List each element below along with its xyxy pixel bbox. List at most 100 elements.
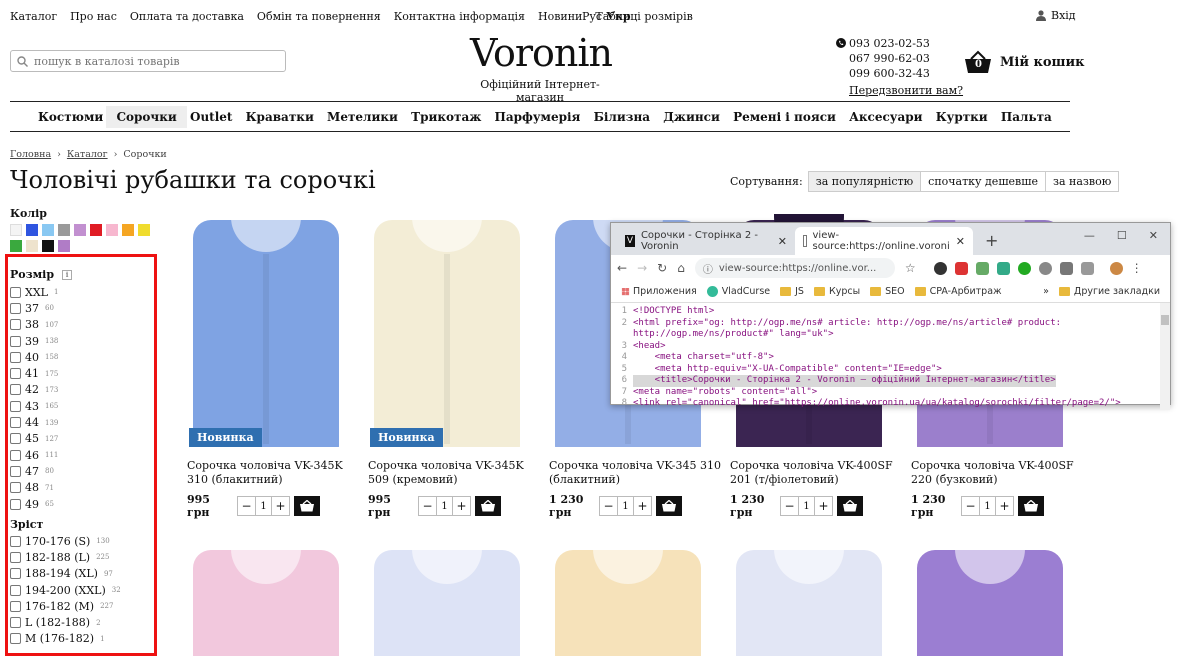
product-name[interactable]: Сорочка чоловіча VK-345 310 (блакитний) [549, 459, 721, 489]
checkbox[interactable] [10, 400, 21, 412]
checkbox[interactable] [10, 368, 21, 380]
top-nav-item[interactable]: Оплата та доставка [130, 10, 244, 23]
filter-option[interactable]: 41 175 [10, 365, 58, 381]
top-nav-item[interactable]: Обмін та повернення [257, 10, 381, 23]
lang-ru[interactable]: Рус [582, 10, 602, 23]
quantity-input[interactable]: 1 [436, 497, 453, 515]
checkbox[interactable] [10, 482, 21, 494]
filter-option[interactable]: 194-200 (XXL) 32 [10, 582, 121, 598]
sort-option-name[interactable]: за назвою [1044, 171, 1120, 192]
minimize-icon[interactable]: — [1084, 229, 1095, 242]
filter-option[interactable]: 37 60 [10, 300, 58, 316]
site-logo[interactable]: Voronin Офіційний Інтернет-магазин [470, 32, 613, 104]
product-image[interactable] [368, 546, 526, 656]
filter-option[interactable]: 176-182 (M) 227 [10, 598, 121, 614]
checkbox[interactable] [10, 319, 21, 331]
callback-link[interactable]: Передзвонити вам? [836, 83, 963, 98]
checkbox[interactable] [10, 351, 21, 363]
close-icon[interactable]: ✕ [778, 235, 787, 248]
color-swatch[interactable] [10, 240, 22, 252]
product-name[interactable]: Сорочка чоловіча VK-400SF 201 (т/фіолето… [730, 459, 902, 489]
filter-option[interactable]: 40 158 [10, 349, 58, 365]
plus-button[interactable]: + [272, 497, 289, 515]
product-name[interactable]: Сорочка чоловіча VK-345K 310 (блакитний) [187, 459, 359, 489]
checkbox[interactable] [10, 417, 21, 429]
add-to-cart-button[interactable] [837, 496, 863, 516]
checkbox[interactable] [10, 465, 21, 477]
checkbox[interactable] [10, 286, 21, 298]
extension-icon[interactable] [954, 261, 968, 275]
product-name[interactable]: Сорочка чоловіча VK-345K 509 (кремовий) [368, 459, 540, 489]
checkbox[interactable] [10, 568, 21, 580]
minus-button[interactable]: − [600, 497, 617, 515]
filter-option[interactable]: 43 165 [10, 398, 58, 414]
breadcrumb-item[interactable]: Головна [10, 149, 51, 160]
category-item[interactable]: Костюми [38, 110, 103, 124]
color-swatch[interactable] [138, 224, 150, 236]
phone-number[interactable]: 093 023-02-53 [836, 36, 963, 51]
avatar[interactable] [1109, 261, 1123, 275]
plus-button[interactable]: + [453, 497, 470, 515]
checkbox[interactable] [10, 449, 21, 461]
bookmark-folder[interactable]: CPA-Арбитраж [914, 286, 1002, 297]
filter-option[interactable]: 49 65 [10, 496, 58, 512]
info-icon[interactable]: i [62, 269, 73, 280]
extension-icon[interactable] [933, 261, 947, 275]
product-image[interactable] [911, 546, 1069, 656]
category-item[interactable]: Білизна [594, 110, 650, 124]
bookmark-apps[interactable]: ▦ Приложения [621, 286, 697, 297]
add-to-cart-button[interactable] [1018, 496, 1044, 516]
product-card[interactable]: Новинка Сорочка чоловіча VK-345K 509 (кре… [368, 214, 540, 519]
filter-option[interactable]: XXL 1 [10, 284, 58, 300]
category-item[interactable]: Пальта [1001, 110, 1052, 124]
filter-option[interactable]: 38 107 [10, 317, 58, 333]
filter-option[interactable]: 39 138 [10, 333, 58, 349]
other-bookmarks[interactable]: Другие закладки [1058, 286, 1170, 297]
filter-option[interactable]: 48 71 [10, 480, 58, 496]
checkbox[interactable] [10, 584, 21, 596]
phone-number[interactable]: 099 600-32-43 [836, 66, 963, 81]
product-image[interactable]: Новинка [368, 214, 526, 447]
lang-uk[interactable]: Укр [606, 10, 631, 23]
extension-icon[interactable] [1038, 261, 1052, 275]
category-item[interactable]: Краватки [246, 110, 314, 124]
filter-option[interactable]: M (176-182) 1 [10, 631, 121, 647]
color-swatch[interactable] [74, 224, 86, 236]
add-to-cart-button[interactable] [294, 496, 320, 516]
product-image[interactable]: Новинка [187, 214, 345, 447]
home-icon[interactable]: ⌂ [677, 261, 685, 275]
product-image[interactable] [549, 546, 707, 656]
close-window-icon[interactable]: ✕ [1149, 229, 1158, 242]
extension-icon[interactable] [1017, 261, 1031, 275]
filter-option[interactable]: 170-176 (S) 130 [10, 533, 121, 549]
category-item[interactable]: Парфумерія [495, 110, 581, 124]
filter-option[interactable]: L (182-188) 2 [10, 614, 121, 630]
color-swatch[interactable] [42, 224, 54, 236]
filter-option[interactable]: 188-194 (XL) 97 [10, 566, 121, 582]
bookmark-folder[interactable]: SEO [870, 286, 905, 297]
category-item[interactable]: Джинси [663, 110, 720, 124]
sort-option-popular[interactable]: за популярністю [807, 171, 922, 192]
search-input[interactable] [34, 54, 274, 68]
menu-icon[interactable]: ⋮ [1131, 262, 1143, 275]
bookmark-folder[interactable]: JS [780, 286, 804, 297]
color-swatch[interactable] [58, 224, 70, 236]
checkbox[interactable] [10, 498, 21, 510]
minus-button[interactable]: − [238, 497, 255, 515]
maximize-icon[interactable]: ☐ [1117, 229, 1127, 242]
minus-button[interactable]: − [419, 497, 436, 515]
checkbox[interactable] [10, 433, 21, 445]
plus-button[interactable]: + [634, 497, 651, 515]
address-bar[interactable]: ⓘ view-source:https://online.vor... [694, 258, 895, 278]
top-nav-item[interactable]: Про нас [70, 10, 117, 23]
phone-number[interactable]: 067 990-62-03 [836, 51, 963, 66]
category-item[interactable]: Куртки [936, 110, 988, 124]
checkbox[interactable] [10, 633, 21, 645]
plus-button[interactable]: + [996, 497, 1013, 515]
quantity-input[interactable]: 1 [255, 497, 272, 515]
top-nav-item[interactable]: Контактна інформація [394, 10, 525, 23]
close-icon[interactable]: ✕ [956, 235, 965, 248]
scrollbar[interactable] [1160, 303, 1170, 410]
plus-button[interactable]: + [815, 497, 832, 515]
reload-icon[interactable]: ↻ [657, 261, 667, 275]
